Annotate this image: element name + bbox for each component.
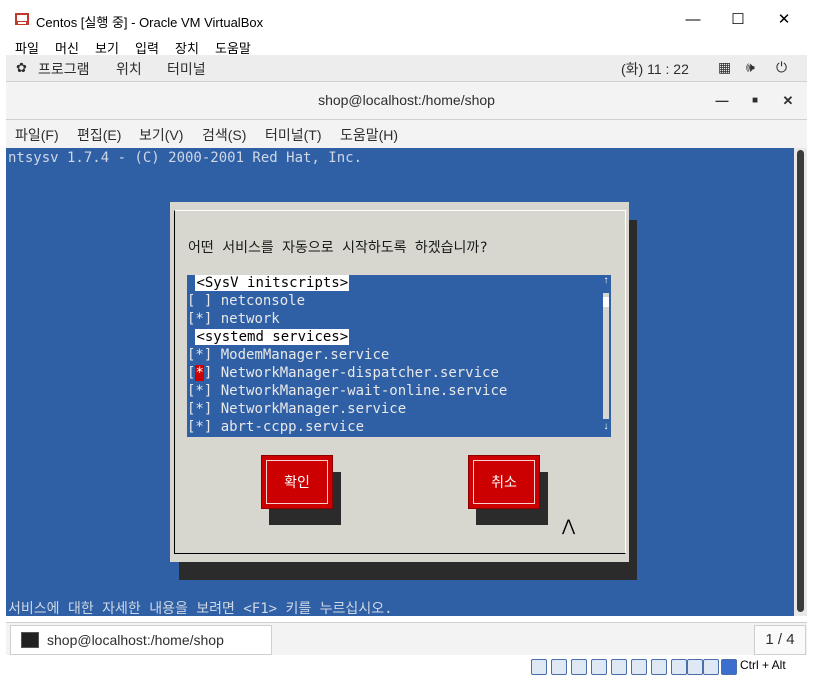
terminal-window-title: shop@localhost:/home/shop xyxy=(318,92,495,108)
host-key-label: Ctrl + Alt xyxy=(740,658,786,672)
scroll-down-arrow-icon[interactable]: ↓ xyxy=(601,421,611,432)
network-adapter-icon[interactable] xyxy=(591,659,607,675)
clock[interactable]: (화) 11 : 22 xyxy=(621,59,689,79)
service-name: abrt-ccpp.service xyxy=(220,419,365,435)
service-list-scroll-track[interactable] xyxy=(603,293,609,419)
applications-menu[interactable]: 프로그램 xyxy=(38,59,90,79)
service-checkbox[interactable]: [*] xyxy=(187,365,212,381)
network-icon[interactable]: ▦ xyxy=(718,59,731,76)
power-icon[interactable]: ⏻ xyxy=(776,59,787,76)
service-item[interactable]: [*] NetworkManager.service xyxy=(187,401,599,419)
focus-cursor: * xyxy=(195,365,204,381)
taskbar-terminal-tab[interactable]: shop@localhost:/home/shop xyxy=(10,625,272,655)
service-category-header: <SysV initscripts> xyxy=(187,275,599,293)
gnome-foot-icon: ✿ xyxy=(16,60,27,75)
ok-button-label: 확인 xyxy=(284,475,310,491)
dialog-prompt: 어떤 서비스를 자동으로 시작하도록 하겠습니까? xyxy=(188,240,488,256)
minimize-button[interactable]: — xyxy=(678,8,708,32)
terminal-minimize-button[interactable]: — xyxy=(712,91,732,111)
ntsysv-dialog: 어떤 서비스를 자동으로 시작하도록 하겠습니까? <SysV initscri… xyxy=(170,202,629,562)
display-icon[interactable] xyxy=(651,659,667,675)
terminal-maximize-button[interactable]: ■ xyxy=(745,91,765,111)
terminal-app-menu[interactable]: 터미널 xyxy=(167,59,206,79)
service-checkbox[interactable]: [ ] xyxy=(187,293,212,309)
gnome-top-bar: ✿ 프로그램 위치 터미널 (화) 11 : 22 ▦ 🕪 ⏻ xyxy=(6,55,807,82)
category-label: <SysV initscripts> xyxy=(195,275,350,291)
terminal-menu-view[interactable]: 보기(V) xyxy=(139,125,183,145)
vbox-window-title: Centos [실행 중] - Oracle VM VirtualBox xyxy=(36,15,264,30)
ntsysv-help-hint: 서비스에 대한 자세한 내용을 보려면 <F1> 키를 누르십시오. xyxy=(8,601,393,616)
service-list-scroll-thumb[interactable] xyxy=(603,297,609,308)
cancel-button[interactable]: 취소 xyxy=(468,455,540,509)
service-item[interactable]: [*] NetworkManager-wait-online.service xyxy=(187,383,599,401)
volume-icon[interactable]: 🕪 xyxy=(746,59,755,76)
category-label: <systemd services> xyxy=(195,329,350,345)
terminal-title-bar: shop@localhost:/home/shop — ■ ✕ xyxy=(6,82,807,120)
service-item[interactable]: [*] ModemManager.service xyxy=(187,347,599,365)
vbox-status-bar: Ctrl + Alt xyxy=(0,655,817,685)
workspace-indicator[interactable]: 1 / 4 xyxy=(754,625,806,655)
usb-icon[interactable] xyxy=(611,659,627,675)
terminal-menu-edit[interactable]: 편집(E) xyxy=(77,125,121,145)
scroll-up-arrow-icon[interactable]: ↑ xyxy=(601,275,611,286)
terminal-close-button[interactable]: ✕ xyxy=(778,91,798,111)
service-name: NetworkManager-dispatcher.service xyxy=(220,365,499,381)
service-checkbox[interactable]: [*] xyxy=(187,347,212,363)
service-list[interactable]: <SysV initscripts>[ ] netconsole [*] netw… xyxy=(187,275,611,437)
service-checkbox[interactable]: [*] xyxy=(187,311,212,327)
service-item[interactable]: [*] NetworkManager-dispatcher.service xyxy=(187,365,599,383)
close-button[interactable]: ✕ xyxy=(769,8,799,32)
service-name: NetworkManager.service xyxy=(220,401,407,417)
cancel-button-label: 취소 xyxy=(491,475,517,491)
mouse-integration-icon[interactable] xyxy=(703,659,719,675)
terminal-scrollbar[interactable] xyxy=(794,148,807,616)
service-name: network xyxy=(220,311,280,327)
terminal-menu-terminal[interactable]: 터미널(T) xyxy=(265,125,322,145)
service-name: NetworkManager-wait-online.service xyxy=(220,383,508,399)
hard-disk-icon[interactable] xyxy=(531,659,547,675)
service-checkbox[interactable]: [*] xyxy=(187,383,212,399)
maximize-button[interactable]: ☐ xyxy=(723,8,753,32)
virtualbox-app-icon xyxy=(14,11,30,27)
service-list-scrollbar[interactable]: ↑ ↓ xyxy=(601,275,611,437)
places-menu[interactable]: 위치 xyxy=(116,59,142,79)
optical-drive-icon[interactable] xyxy=(551,659,567,675)
terminal-menu-file[interactable]: 파일(F) xyxy=(15,125,59,145)
service-item[interactable]: [*] network xyxy=(187,311,599,329)
ok-button[interactable]: 확인 xyxy=(261,455,333,509)
recording-icon[interactable] xyxy=(671,659,687,675)
service-name: netconsole xyxy=(220,293,306,309)
terminal-scrollbar-thumb[interactable] xyxy=(797,150,804,612)
shared-folders-icon[interactable] xyxy=(631,659,647,675)
audio-icon[interactable] xyxy=(571,659,587,675)
service-checkbox[interactable]: [*] xyxy=(187,419,212,435)
service-checkbox[interactable]: [*] xyxy=(187,401,212,417)
vbox-title-bar: Centos [실행 중] - Oracle VM VirtualBox — ☐… xyxy=(0,0,817,38)
terminal-menu-search[interactable]: 검색(S) xyxy=(202,125,246,145)
terminal-menu-help[interactable]: 도움말(H) xyxy=(340,125,398,145)
ntsysv-header: ntsysv 1.7.4 - (C) 2000-2001 Red Hat, In… xyxy=(8,150,363,166)
service-item[interactable]: [*] abrt-ccpp.service xyxy=(187,419,599,437)
taskbar: shop@localhost:/home/shop 1 / 4 xyxy=(6,622,807,655)
vbox-menu-bar: 파일 머신 보기 입력 장치 도움말 xyxy=(0,36,817,56)
service-name: ModemManager.service xyxy=(220,347,390,363)
service-category-header: <systemd services> xyxy=(187,329,599,347)
host-key-arrow-icon xyxy=(721,659,737,675)
taskbar-tab-label: shop@localhost:/home/shop xyxy=(47,632,224,648)
service-item[interactable]: [ ] netconsole xyxy=(187,293,599,311)
terminal-menu-bar: 파일(F) 편집(E) 보기(V) 검색(S) 터미널(T) 도움말(H) xyxy=(6,120,807,148)
virtualization-icon[interactable] xyxy=(687,659,703,675)
terminal-icon xyxy=(21,632,39,648)
mouse-cursor-icon: ⋀ xyxy=(562,518,576,535)
